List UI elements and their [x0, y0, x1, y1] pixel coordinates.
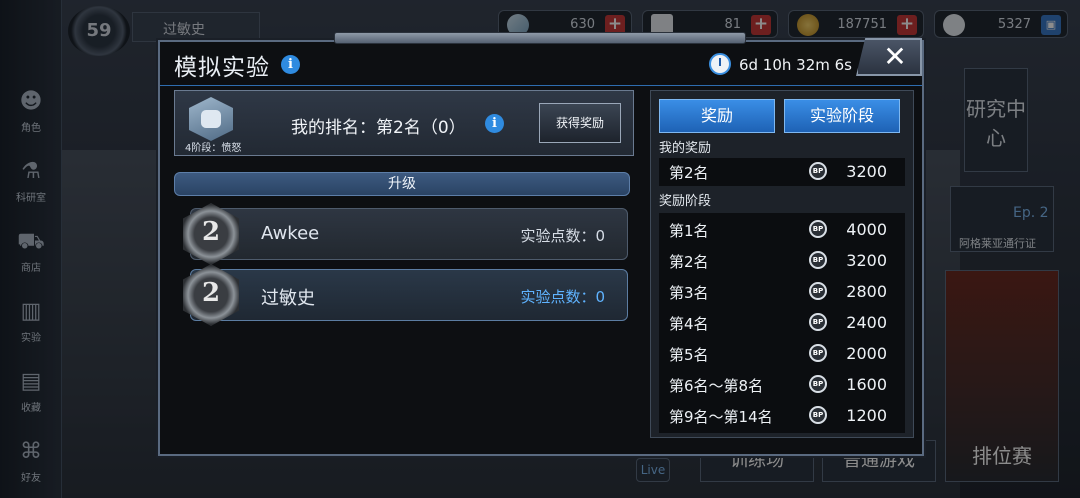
player-name: Awkee [261, 223, 320, 244]
reward-list-item: 第4名 BP 2400 [659, 308, 905, 336]
reward-rank: 第5名 [669, 346, 709, 364]
countdown-timer: 6d 10h 32m 6s [708, 53, 852, 75]
rank-info-icon[interactable]: i [485, 114, 504, 133]
reward-value: 2800 [846, 282, 887, 301]
bp-icon: BP [809, 282, 827, 300]
player-name: 过敏史 [261, 288, 315, 309]
bp-icon: BP [809, 162, 827, 180]
bp-icon: BP [809, 313, 827, 331]
reward-value: 4000 [846, 220, 887, 239]
reward-rank: 第2名 [669, 164, 709, 182]
leaderboard-row[interactable]: 2 Awkee 实验点数：0 [183, 203, 628, 265]
leaderboard-row-me[interactable]: 2 过敏史 实验点数：0 [183, 264, 628, 326]
claim-reward-button[interactable]: 获得奖励 [539, 103, 621, 143]
upgrade-header: 升级 [174, 172, 630, 196]
modal-drag-handle [334, 32, 746, 44]
reward-rank: 第3名 [669, 284, 709, 302]
modal-header: 模拟实验 i 6d 10h 32m 6s [160, 42, 922, 86]
reward-list: 第1名 BP 4000 第2名 BP 3200 第3名 BP 2800 第4名 … [659, 213, 905, 433]
my-reward-row: 第2名 BP 3200 [659, 158, 905, 186]
reward-value: 3200 [846, 162, 887, 181]
tab-reward[interactable]: 奖励 [659, 99, 775, 133]
reward-list-item: 第3名 BP 2800 [659, 277, 905, 305]
reward-list-item: 第1名 BP 4000 [659, 215, 905, 243]
modal-title: 模拟实验 [174, 55, 270, 81]
reward-value: 3200 [846, 251, 887, 270]
close-button[interactable]: ✕ [856, 38, 922, 76]
reward-rank: 第9名～第14名 [669, 408, 773, 426]
bp-icon: BP [809, 406, 827, 424]
rank-medal-icon: 2 [183, 264, 239, 326]
reward-value: 2000 [846, 344, 887, 363]
rank-number: 2 [201, 217, 221, 247]
info-icon[interactable]: i [281, 55, 300, 74]
reward-list-item: 第2名 BP 3200 [659, 246, 905, 274]
reward-stage-label: 奖励阶段 [659, 194, 712, 209]
reward-list-item: 第6名～第8名 BP 1600 [659, 370, 905, 398]
reward-rank: 第4名 [669, 315, 709, 333]
experiment-points: 实验点数：0 [520, 288, 605, 306]
experiment-points: 实验点数：0 [520, 227, 605, 245]
bp-icon: BP [809, 220, 827, 238]
stage-label: 4阶段：愤怒 [185, 143, 242, 154]
my-rank-panel: 4阶段：愤怒 我的排名：第2名（0） i 获得奖励 [174, 90, 634, 156]
reward-value: 1200 [846, 406, 887, 425]
rank-number: 2 [201, 278, 221, 308]
bp-icon: BP [809, 251, 827, 269]
simulation-experiment-modal: 模拟实验 i 6d 10h 32m 6s 4阶段：愤怒 我的排名：第2名（0） … [158, 40, 924, 456]
my-rank-text: 我的排名：第2名（0） [291, 118, 466, 138]
tab-experiment-stage[interactable]: 实验阶段 [784, 99, 900, 133]
reward-rank: 第2名 [669, 253, 709, 271]
rank-medal-icon: 2 [183, 203, 239, 265]
rewards-panel: 奖励 实验阶段 我的奖励 第2名 BP 3200 奖励阶段 第1名 BP 400… [650, 90, 914, 438]
reward-rank: 第6名～第8名 [669, 377, 764, 395]
reward-value: 1600 [846, 375, 887, 394]
timer-text: 6d 10h 32m 6s [738, 56, 852, 74]
bp-icon: BP [809, 344, 827, 362]
reward-value: 2400 [846, 313, 887, 332]
fist-emblem-icon [189, 97, 233, 141]
reward-rank: 第1名 [669, 222, 709, 240]
stopwatch-icon [708, 53, 731, 75]
reward-list-item: 第5名 BP 2000 [659, 339, 905, 367]
my-reward-label: 我的奖励 [659, 141, 712, 156]
bp-icon: BP [809, 375, 827, 393]
reward-list-item: 第9名～第14名 BP 1200 [659, 401, 905, 429]
